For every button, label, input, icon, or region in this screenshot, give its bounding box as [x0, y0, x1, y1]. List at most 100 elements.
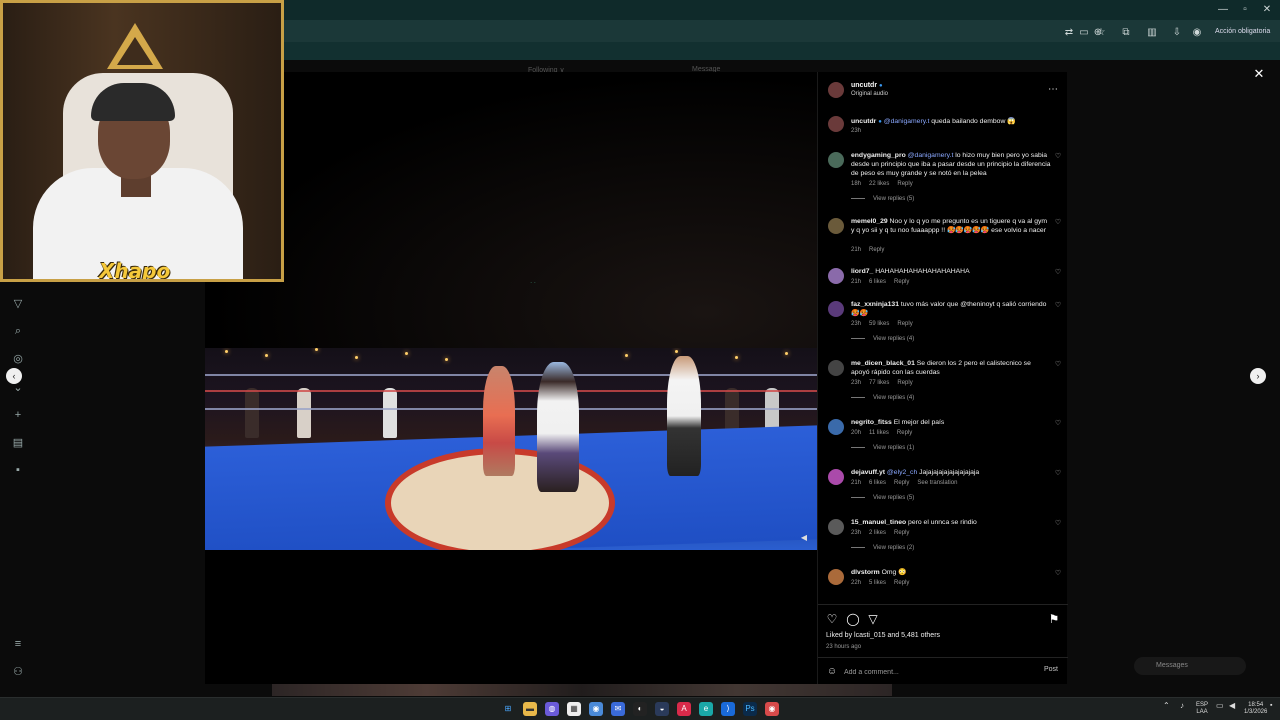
comment-extra[interactable]: See translation: [917, 480, 957, 486]
mic-icon[interactable]: ♪: [1180, 702, 1184, 710]
comment-likes[interactable]: 22 likes: [869, 181, 889, 187]
comment-mention[interactable]: @ely2_ch: [887, 469, 917, 476]
comment-username[interactable]: endygaming_pro: [851, 152, 906, 159]
view-replies-button[interactable]: View replies (2): [851, 545, 914, 551]
discord-icon[interactable]: ◍: [545, 702, 559, 716]
audio-label[interactable]: Original audio: [851, 91, 888, 97]
comment-avatar[interactable]: [828, 419, 844, 435]
comment-reply[interactable]: Reply: [894, 580, 909, 586]
chrome-icon[interactable]: ◉: [589, 702, 603, 716]
save-icon[interactable]: ⚑: [1047, 612, 1061, 626]
comment-reply[interactable]: Reply: [894, 480, 909, 486]
photoshop-icon[interactable]: Ps: [743, 702, 757, 716]
maximize-icon[interactable]: ▫: [1238, 3, 1252, 17]
network-icon[interactable]: ▭: [1216, 702, 1224, 710]
view-replies-button[interactable]: View replies (1): [851, 445, 914, 451]
notifications-icon[interactable]: ▪: [1270, 702, 1272, 709]
view-replies-button[interactable]: View replies (5): [851, 196, 914, 202]
previous-arrow-icon[interactable]: ‹: [6, 368, 22, 384]
comment-mention[interactable]: @danigamery.t: [908, 152, 954, 159]
comment-likes[interactable]: 2 likes: [869, 530, 886, 536]
comment-username[interactable]: negrito_fitss: [851, 419, 892, 426]
comment-reply[interactable]: Reply: [894, 279, 909, 285]
comment-reply[interactable]: Reply: [894, 530, 909, 536]
action-required-button[interactable]: Acción obligatoria: [1210, 24, 1275, 40]
comment-like-icon[interactable]: ♡: [1054, 302, 1062, 310]
comment-avatar[interactable]: [828, 268, 844, 284]
profile-rail-icon[interactable]: ▪: [10, 462, 26, 478]
comment-avatar[interactable]: [828, 519, 844, 535]
explore-icon[interactable]: ◎: [10, 351, 26, 367]
volume-icon[interactable]: ◀︎: [798, 532, 810, 544]
reel-video[interactable]: [205, 72, 817, 684]
comment-reply[interactable]: Reply: [897, 380, 912, 386]
emoji-icon[interactable]: ☺: [826, 666, 838, 678]
translate-icon[interactable]: ⇄: [1062, 26, 1076, 40]
tray-chevron-icon[interactable]: ⌃: [1163, 702, 1170, 710]
close-icon[interactable]: ✕: [1260, 3, 1274, 17]
comment-like-icon[interactable]: ♡: [1054, 361, 1062, 369]
author-username[interactable]: uncutdr ●: [851, 82, 883, 89]
downloads-icon[interactable]: ⇩: [1170, 26, 1184, 40]
close-modal-icon[interactable]: ✕: [1252, 67, 1266, 81]
view-replies-button[interactable]: View replies (5): [851, 495, 914, 501]
sidebar-icon[interactable]: ▥: [1145, 26, 1159, 40]
comment-username[interactable]: dlvstorm: [851, 569, 880, 576]
comment-username[interactable]: faz_xxninja131: [851, 301, 899, 308]
caption-mention[interactable]: @danigamery.t: [884, 118, 930, 125]
post-button[interactable]: Post: [1044, 666, 1058, 673]
comment-likes[interactable]: 5 likes: [869, 580, 886, 586]
comment-like-icon[interactable]: ♡: [1054, 570, 1062, 578]
calendar-icon[interactable]: ▦: [567, 702, 581, 716]
comment-username[interactable]: memel0_29: [851, 218, 888, 225]
comment-like-icon[interactable]: ♡: [1054, 219, 1062, 227]
comment-avatar[interactable]: [828, 469, 844, 485]
comment-username[interactable]: me_dicen_black_01: [851, 360, 915, 367]
threads-icon[interactable]: ⚇: [10, 664, 26, 680]
caption-username[interactable]: uncutdr: [851, 118, 876, 125]
send-icon[interactable]: ▽: [10, 296, 26, 312]
comment-username[interactable]: 15_manuel_tineo: [851, 519, 906, 526]
start-icon[interactable]: ⊞: [501, 702, 515, 716]
extensions-icon[interactable]: ⧉: [1119, 26, 1133, 40]
messages-button[interactable]: Messages: [1134, 657, 1246, 675]
create-icon[interactable]: +: [10, 407, 26, 423]
comment-username[interactable]: dejavuff.yt: [851, 469, 885, 476]
comment-avatar[interactable]: [828, 152, 844, 168]
vscode-icon[interactable]: ⟩: [721, 702, 735, 716]
view-replies-button[interactable]: View replies (4): [851, 395, 914, 401]
comment-avatar[interactable]: [828, 569, 844, 585]
comment-reply[interactable]: Reply: [897, 321, 912, 327]
comment-reply[interactable]: Reply: [897, 181, 912, 187]
steam-icon[interactable]: ◒: [655, 702, 669, 716]
comment-reply[interactable]: Reply: [897, 430, 912, 436]
speaker-icon[interactable]: ◀︎: [1229, 702, 1235, 710]
comment-likes[interactable]: 77 likes: [869, 380, 889, 386]
edge-icon[interactable]: e: [699, 702, 713, 716]
caption-avatar[interactable]: [828, 116, 844, 132]
comment-like-icon[interactable]: ♡: [1054, 269, 1062, 277]
view-replies-button[interactable]: View replies (4): [851, 336, 914, 342]
star-icon[interactable]: ☆: [1094, 26, 1108, 40]
search-icon[interactable]: ⌕: [10, 323, 26, 339]
liked-by[interactable]: Liked by lcasti_015 and 5,481 others: [826, 632, 940, 639]
comment-likes[interactable]: 6 likes: [869, 480, 886, 486]
comment-reply[interactable]: Reply: [869, 247, 884, 253]
author-name[interactable]: uncutdr: [851, 82, 877, 89]
profile-icon[interactable]: ◉: [1190, 26, 1204, 40]
comment-username[interactable]: liord7_: [851, 268, 873, 275]
analytics-icon[interactable]: ▤: [10, 435, 26, 451]
comment-icon[interactable]: ◯: [846, 612, 860, 626]
menu-icon[interactable]: ≡: [10, 636, 26, 652]
comment-input[interactable]: [844, 665, 1034, 679]
mail-icon[interactable]: ✉: [611, 702, 625, 716]
comment-like-icon[interactable]: ♡: [1054, 420, 1062, 428]
comment-likes[interactable]: 6 likes: [869, 279, 886, 285]
obs-icon[interactable]: ◐: [633, 702, 647, 716]
comment-like-icon[interactable]: ♡: [1054, 153, 1062, 161]
app-icon[interactable]: A: [677, 702, 691, 716]
comment-likes[interactable]: 11 likes: [869, 430, 889, 436]
comment-avatar[interactable]: [828, 360, 844, 376]
comment-like-icon[interactable]: ♡: [1054, 470, 1062, 478]
comment-avatar[interactable]: [828, 301, 844, 317]
